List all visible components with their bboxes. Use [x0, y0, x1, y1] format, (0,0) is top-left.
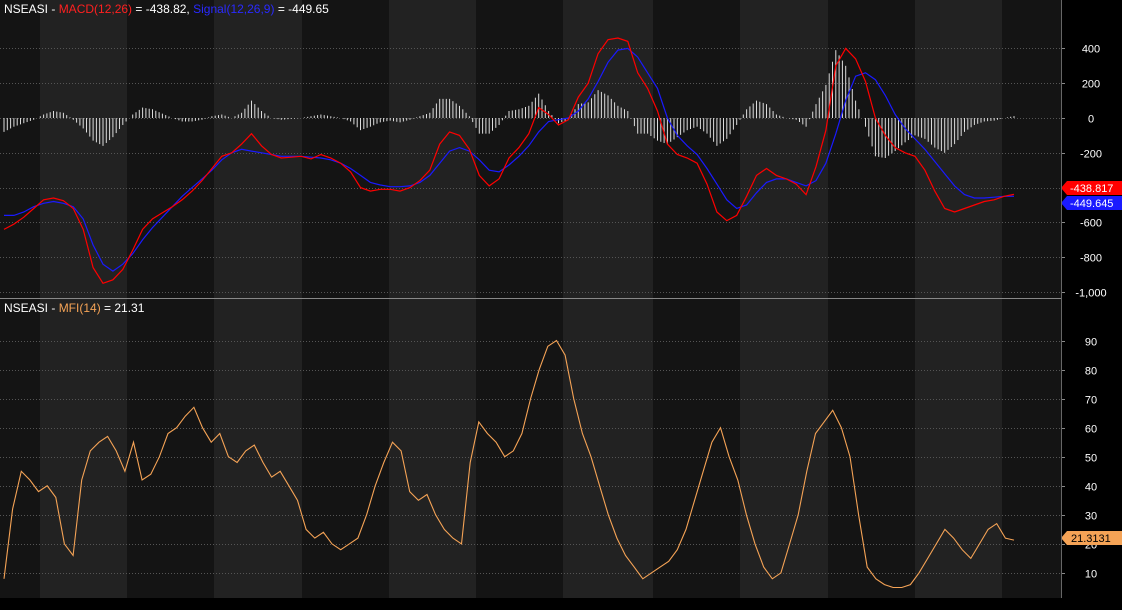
mfi-pane[interactable]: 908070605040302010 NSEASI - MFI(14) = 21… — [0, 299, 1122, 598]
stock-indicator-chart[interactable]: 4002000-200-400-600-800-1,000 NSEASI - M… — [0, 0, 1122, 610]
macd-background-bands — [0, 0, 1061, 298]
y-tick-label: 80 — [1085, 366, 1097, 378]
macd-header-signal-value: = -449.65 — [274, 2, 329, 16]
macd-badge-text: -438.817 — [1070, 183, 1113, 195]
y-tick-label: 200 — [1082, 79, 1100, 91]
y-tick-label: 40 — [1085, 482, 1097, 494]
background-band — [740, 299, 828, 598]
y-tick-label: 90 — [1085, 337, 1097, 349]
signal-badge-text: -449.645 — [1070, 198, 1113, 210]
background-band — [0, 299, 40, 598]
macd-pane[interactable]: 4002000-200-400-600-800-1,000 NSEASI - M… — [0, 0, 1122, 300]
background-band — [740, 0, 828, 298]
macd-header-symbol: NSEASI - — [4, 2, 59, 16]
y-tick-label: 60 — [1085, 424, 1097, 436]
background-band — [653, 0, 740, 298]
y-tick-label: 50 — [1085, 453, 1097, 465]
mfi-header-label: MFI(14) — [59, 301, 101, 315]
background-band — [127, 299, 214, 598]
y-tick-label: 70 — [1085, 395, 1097, 407]
background-band — [302, 0, 389, 298]
mfi-header: NSEASI - MFI(14) = 21.31 — [4, 301, 145, 315]
background-band — [214, 299, 302, 598]
y-tick-label: 30 — [1085, 511, 1097, 523]
background-band — [828, 0, 915, 298]
y-tick-label: 400 — [1082, 44, 1100, 56]
mfi-background-bands — [0, 299, 1061, 598]
y-tick-label: -600 — [1080, 218, 1102, 230]
y-tick-label: 10 — [1085, 569, 1097, 581]
background-band — [915, 299, 1002, 598]
macd-header-signal-label: Signal(12,26,9) — [193, 2, 274, 16]
background-band — [0, 0, 40, 298]
y-tick-label: -200 — [1080, 149, 1102, 161]
y-tick-label: 0 — [1088, 114, 1094, 126]
background-band — [563, 299, 653, 598]
mfi-value-badge: 21.3131 — [1061, 531, 1122, 545]
background-band — [915, 0, 1002, 298]
y-tick-label: -1,000 — [1075, 288, 1106, 300]
background-band — [828, 299, 915, 598]
macd-header-macd-label: MACD(12,26) — [59, 2, 132, 16]
background-band — [476, 0, 563, 298]
background-band — [389, 299, 476, 598]
background-band — [127, 0, 214, 298]
macd-header: NSEASI - MACD(12,26) = -438.82, Signal(1… — [4, 2, 329, 16]
bottom-strip — [0, 598, 1122, 610]
mfi-header-symbol: NSEASI - — [4, 301, 59, 315]
background-band — [40, 299, 127, 598]
mfi-badge-text: 21.3131 — [1071, 533, 1111, 545]
background-band — [1002, 0, 1061, 298]
macd-value-badge: -438.817 — [1061, 181, 1122, 195]
mfi-header-value: = 21.31 — [101, 301, 145, 315]
macd-header-macd-value: = -438.82, — [132, 2, 193, 16]
background-band — [563, 0, 653, 298]
y-tick-label: -800 — [1080, 253, 1102, 265]
background-band — [476, 299, 563, 598]
background-band — [214, 0, 302, 298]
background-band — [302, 299, 389, 598]
signal-value-badge: -449.645 — [1061, 196, 1122, 210]
background-band — [40, 0, 127, 298]
background-band — [1002, 299, 1061, 598]
